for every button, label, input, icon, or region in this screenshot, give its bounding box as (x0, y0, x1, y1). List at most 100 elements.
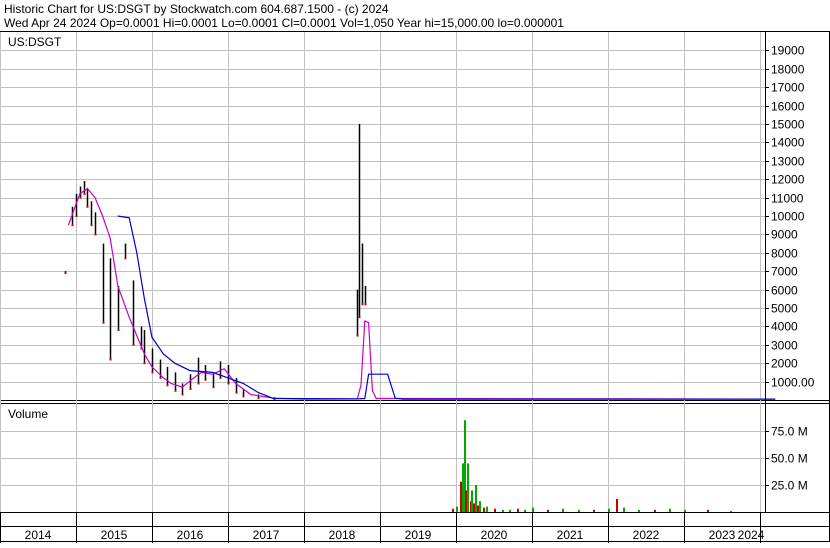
volume-bar (452, 508, 454, 512)
price-close-tick (71, 224, 74, 227)
price-close-tick (242, 395, 245, 398)
price-close-tick (174, 389, 177, 392)
price-close-tick (257, 397, 260, 400)
volume-panel-label: Volume (8, 407, 48, 421)
volume-tick-label: 25.0 M (771, 479, 808, 493)
volume-bar (623, 507, 625, 512)
price-close-tick (219, 376, 222, 379)
price-tick-label: 12000 (771, 173, 805, 187)
volume-bar (483, 507, 485, 512)
year-label: 2018 (329, 528, 356, 542)
volume-bar (616, 499, 618, 512)
price-tick-label: 15000 (771, 118, 805, 132)
price-close-tick (83, 192, 86, 195)
year-label: 2023 (709, 528, 736, 542)
price-close-tick (356, 334, 359, 337)
price-tick-label: 19000 (771, 44, 805, 58)
price-close-tick (204, 378, 207, 381)
price-close-tick (117, 329, 120, 332)
volume-bar (730, 510, 732, 512)
moving-averages (67, 187, 776, 400)
price-close-tick (166, 384, 169, 387)
volume-bar (456, 506, 458, 512)
price-close-tick (189, 387, 192, 390)
price-tick-label: 13000 (771, 155, 805, 169)
y-axis-ticks: 19000 18000 17000 16000 15000 14000 13000 12000… (765, 44, 815, 493)
price-tick-label: 9000 (771, 228, 798, 242)
volume-bar (578, 509, 580, 512)
volume-bar (473, 503, 475, 512)
grid (0, 32, 765, 512)
price-tick-label: 4000 (771, 320, 798, 334)
volume-bar (608, 508, 610, 512)
price-close-tick (212, 386, 215, 389)
price-close-tick (124, 257, 127, 260)
price-close-tick (132, 343, 135, 346)
year-label: 2020 (481, 528, 508, 542)
year-label: 2019 (405, 528, 432, 542)
price-tick-label: 1000.00 (771, 376, 815, 390)
price-close-tick (364, 303, 367, 306)
volume-bar (467, 463, 469, 512)
price-close-tick (227, 382, 230, 385)
volume-bar (479, 501, 481, 512)
volume-bar (707, 509, 709, 512)
price-tick-label: 18000 (771, 63, 805, 77)
price-close-tick (361, 303, 364, 306)
volume-bar (509, 509, 511, 512)
price-close-tick (90, 224, 93, 227)
volume-bar (477, 505, 479, 512)
price-close-tick (109, 358, 112, 361)
price-tick-label: 14000 (771, 136, 805, 150)
price-close-tick (94, 233, 97, 236)
price-close-tick (75, 215, 78, 217)
volume-bar (471, 490, 473, 512)
volume-bar (475, 485, 477, 512)
volume-bar (460, 481, 462, 512)
price-tick-label: 7000 (771, 265, 798, 279)
volume-bar (562, 508, 564, 512)
price-tick-label: 11000 (771, 192, 804, 206)
volume-bar (517, 508, 519, 512)
price-close-tick (358, 316, 361, 319)
volume-bar (532, 507, 534, 512)
long-moving-average-line (117, 215, 776, 400)
volume-bar (638, 509, 640, 512)
volume-tick-label: 50.0 M (771, 452, 808, 466)
year-label: 2014 (25, 528, 52, 542)
price-close-tick (143, 362, 146, 365)
chart-svg: Historic Chart for US:DSGT by Stockwatch… (0, 2, 830, 543)
price-bars (64, 124, 367, 401)
price-close-tick (159, 376, 162, 379)
volume-bar (654, 509, 656, 512)
price-close-tick (235, 391, 238, 394)
chart-title: Historic Chart for US:DSGT by Stockwatch… (4, 2, 389, 16)
year-label: 2022 (633, 528, 660, 542)
price-tick-label: 17000 (771, 81, 805, 95)
price-close-tick (197, 382, 200, 385)
volume-bar (486, 506, 488, 512)
volume-bar (462, 463, 464, 512)
price-tick-label: 5000 (771, 302, 798, 316)
volume-bars (452, 420, 732, 512)
year-label: 2017 (253, 528, 280, 542)
volume-bar (502, 509, 504, 512)
price-tick-label: 3000 (771, 339, 798, 353)
price-tick-label: 8000 (771, 247, 798, 261)
price-panel-label: US:DSGT (8, 35, 62, 49)
volume-bar (669, 508, 671, 512)
year-label: 2024 (738, 528, 765, 542)
volume-bar (494, 508, 496, 512)
price-tick-label: 6000 (771, 284, 798, 298)
volume-tick-label: 75.0 M (771, 425, 808, 439)
price-close-tick (64, 272, 67, 275)
price-close-tick (181, 393, 184, 396)
x-axis-ticks: 2014 2015 2016 2017 2018 2019 2020 2021 2022 2023… (0, 512, 765, 543)
outer-frame (0, 31, 830, 542)
volume-bar (684, 509, 686, 512)
year-label: 2016 (177, 528, 204, 542)
price-tick-label: 2000 (771, 357, 798, 371)
year-label: 2021 (557, 528, 584, 542)
chart-quote-line: Wed Apr 24 2024 Op=0.0001 Hi=0.0001 Lo=0… (4, 16, 564, 30)
short-moving-average-line (67, 187, 776, 400)
